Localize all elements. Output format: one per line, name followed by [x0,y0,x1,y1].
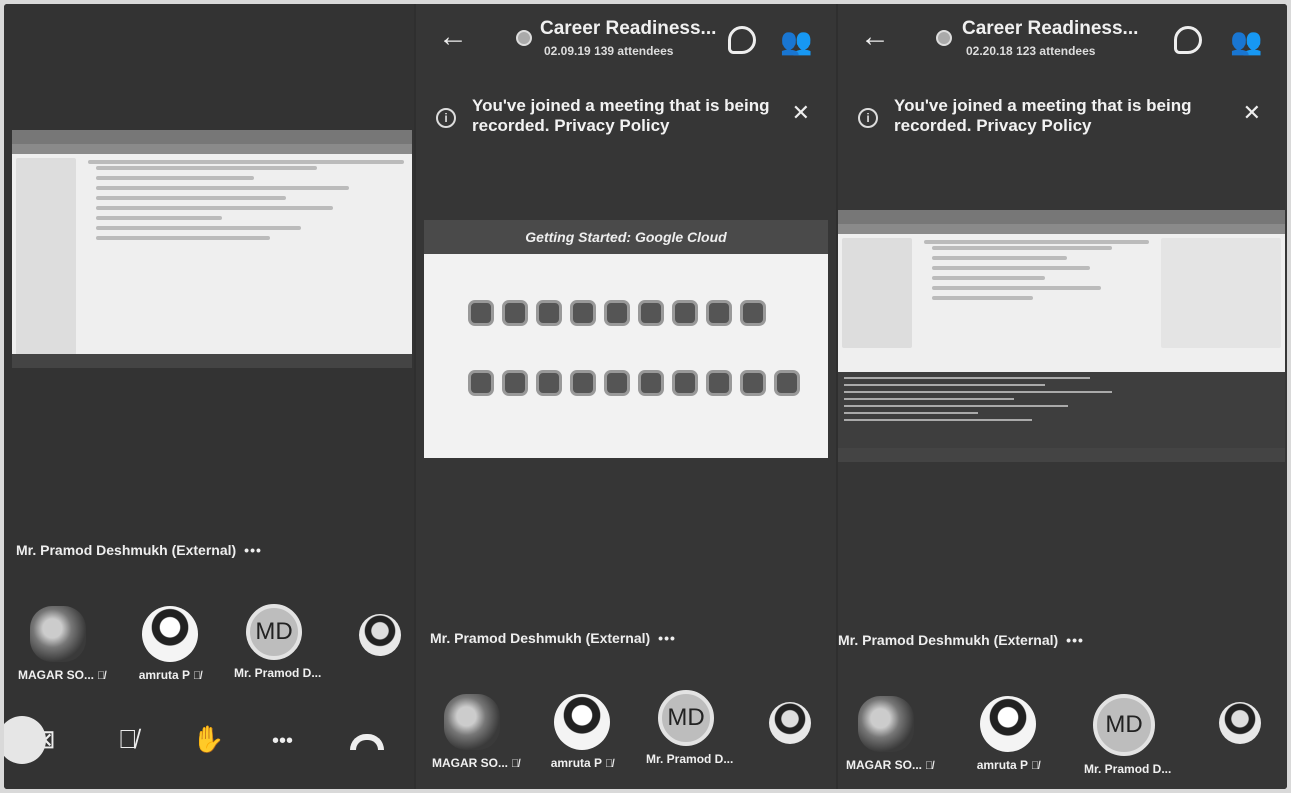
participant-tile[interactable]: MAGAR SO... 🎙̸ [846,696,933,772]
meeting-subtitle: 02.20.18 123 attendees [966,44,1096,58]
avatar [980,696,1036,752]
close-icon[interactable]: ✕ [1243,100,1261,126]
participant-tile[interactable]: MD Mr. Pramod D... [1084,694,1171,776]
mic-off-icon: 🎙̸ [193,670,202,682]
meeting-header: ← Career Readiness... 02.09.19 139 atten… [416,4,836,78]
more-options-button[interactable]: ••• [1066,632,1084,648]
avatar [554,694,610,750]
terminal-output [838,372,1285,448]
participant-tile[interactable] [750,702,830,744]
screen-share-console [838,210,1285,462]
people-icon[interactable]: 👥 [1230,26,1262,56]
mic-off-icon[interactable]: 🎙̸ [118,724,138,755]
mic-off-icon: 🎙̸ [511,758,520,770]
avatar [30,606,86,662]
participant-tile[interactable]: amruta P 🎙̸ [542,694,622,770]
avatar: MD [246,604,302,660]
avatar: MD [658,690,714,746]
mic-off-icon: 🎙̸ [1031,760,1040,772]
participant-tile[interactable]: amruta P 🎙̸ [968,696,1048,772]
avatar [444,694,500,750]
meeting-panel-2: ← Career Readiness... 02.09.19 139 atten… [416,4,836,789]
avatar [769,702,811,744]
participant-tile[interactable] [1200,702,1280,744]
more-options-button[interactable]: ••• [244,542,262,558]
hangup-icon[interactable] [350,734,384,750]
recording-banner: i You've joined a meeting that is being … [416,92,836,152]
participant-tile[interactable]: MAGAR SO... 🎙̸ [18,606,105,682]
mic-off-icon: 🎙̸ [97,670,106,682]
presenter-name: Mr. Pramod Deshmukh (External) ••• [16,542,262,558]
meeting-panel-1: Mr. Pramod Deshmukh (External) ••• MAGAR … [4,4,414,789]
participant-tile[interactable]: amruta P 🎙̸ [130,606,210,682]
recording-banner: i You've joined a meeting that is being … [838,92,1287,152]
mic-off-icon: 🎙̸ [925,760,934,772]
mic-off-icon: 🎙̸ [605,758,614,770]
people-icon[interactable]: 👥 [780,26,812,56]
participant-tile[interactable]: MAGAR SO... 🎙̸ [432,694,519,770]
avatar [142,606,198,662]
screen-share-browser [12,130,412,368]
call-controls: ⊠ 🎙̸ ✋ ••• [4,704,414,784]
meeting-header: ← Career Readiness... 02.20.18 123 atten… [838,4,1287,78]
close-icon[interactable]: ✕ [792,100,810,126]
screen-share-slide: Getting Started: Google Cloud [424,220,828,458]
meeting-subtitle: 02.09.19 139 attendees [544,44,674,58]
avatar: MD [1093,694,1155,756]
avatar [858,696,914,752]
participant-tile[interactable] [340,614,414,656]
participant-tile[interactable]: MD Mr. Pramod D... [234,604,321,680]
screenshot-collage: ✦ Mr. Pramod Deshmukh (External)••• MAGA… [4,4,1287,789]
avatar [359,614,401,656]
raise-hand-icon[interactable]: ✋ [192,724,224,755]
more-icon[interactable]: ••• [272,730,293,753]
back-arrow-icon[interactable]: ← [438,22,468,52]
meeting-title: Career Readiness... [962,18,1139,39]
participant-tile[interactable]: MD Mr. Pramod D... [646,690,733,766]
presenter-name: Mr. Pramod Deshmukh (External) ••• [838,632,1084,648]
meeting-panel-3: ← Career Readiness... 02.20.18 123 atten… [838,4,1287,789]
meeting-title: Career Readiness... [540,18,717,39]
chat-icon[interactable] [1174,26,1202,60]
more-options-button[interactable]: ••• [658,630,676,646]
presenter-name: Mr. Pramod Deshmukh (External) ••• [430,630,676,646]
back-arrow-icon[interactable]: ← [860,22,890,52]
recording-icon [516,30,532,46]
info-icon: i [436,108,456,128]
recording-icon [936,30,952,46]
slide-heading: Getting Started: Google Cloud [424,220,828,254]
info-icon: i [858,108,878,128]
avatar [1219,702,1261,744]
chat-icon[interactable] [728,26,756,60]
